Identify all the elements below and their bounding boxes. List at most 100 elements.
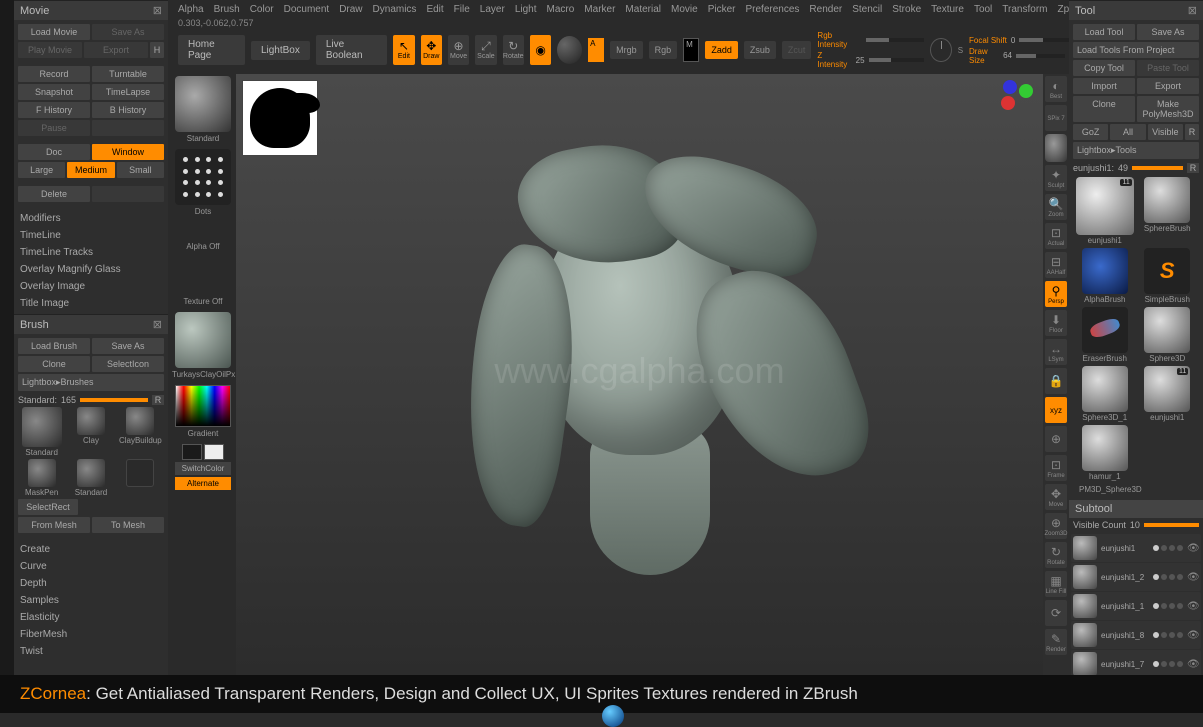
subtool-title[interactable]: Subtool	[1075, 503, 1112, 515]
link-fibermesh[interactable]: FiberMesh	[20, 626, 162, 643]
floor-icon[interactable]: ⬇Floor	[1045, 310, 1067, 336]
blend-zadd[interactable]: Zadd	[705, 41, 738, 59]
spix-icon[interactable]: SPix 7	[1045, 105, 1067, 131]
subtool-row[interactable]: eunjushi1_8👁	[1071, 621, 1201, 649]
tool-eraserbrush[interactable]: EraserBrush	[1075, 307, 1135, 363]
rotate-icon[interactable]: ↻Rotate	[1045, 542, 1067, 568]
tool-simplebrush[interactable]: SimpleBrush	[1138, 248, 1198, 304]
save-as-button[interactable]: Save As	[1137, 24, 1199, 40]
menu-item[interactable]: Preferences	[745, 4, 799, 18]
menu-item[interactable]: Marker	[584, 4, 615, 18]
link-create[interactable]: Create	[20, 541, 162, 558]
export-button[interactable]: Export	[84, 42, 148, 58]
snapshot-button[interactable]: Snapshot	[18, 84, 90, 100]
fhistory-button[interactable]: F History	[18, 102, 90, 118]
h-button[interactable]: H	[150, 42, 164, 58]
link-timeline[interactable]: TimeLine	[20, 227, 162, 244]
brush-preview-icon[interactable]	[175, 76, 231, 132]
r-button[interactable]: R	[1185, 124, 1199, 140]
clone-button[interactable]: Clone	[18, 356, 90, 372]
mode-move[interactable]: ⊕Move	[448, 35, 469, 65]
alpha-off-label[interactable]: Alpha Off	[172, 242, 234, 251]
delete-button[interactable]: Delete	[18, 186, 90, 202]
stroke-preview-icon[interactable]	[175, 149, 231, 205]
zoom-icon[interactable]: 🔍Zoom	[1045, 194, 1067, 220]
brush-index-slider[interactable]: Standard: 165R	[18, 393, 164, 407]
brush-clay[interactable]: Clay	[67, 407, 114, 457]
gizmo-button[interactable]: ◉	[530, 35, 551, 65]
doc-button[interactable]: Doc	[18, 144, 90, 160]
zoom3d-icon[interactable]: ⊕Zoom3D	[1045, 513, 1067, 539]
menu-item[interactable]: Render	[809, 4, 842, 18]
timelapse-button[interactable]: TimeLapse	[92, 84, 164, 100]
load-movie-button[interactable]: Load Movie	[18, 24, 90, 40]
blend-rgb[interactable]: Rgb	[649, 41, 678, 59]
visible-button[interactable]: Visible	[1148, 124, 1183, 140]
selectrect-button[interactable]: SelectRect	[18, 499, 78, 515]
swatch-main[interactable]	[182, 444, 202, 460]
menu-item[interactable]: Macro	[547, 4, 575, 18]
blend-zcut[interactable]: Zcut	[782, 41, 812, 59]
switchcolor-button[interactable]: SwitchColor	[175, 462, 231, 475]
tool-eunjushi1[interactable]: 11eunjushi1	[1075, 177, 1135, 245]
viewport-canvas[interactable]: www.cgalpha.com	[236, 74, 1043, 675]
close-icon[interactable]: ⊠	[153, 318, 162, 331]
menu-item[interactable]: Draw	[339, 4, 362, 18]
menu-item[interactable]: Transform	[1002, 4, 1047, 18]
record-button[interactable]: Record	[18, 66, 90, 82]
menu-item[interactable]: Edit	[426, 4, 443, 18]
menu-item[interactable]: Material	[625, 4, 661, 18]
eye-icon[interactable]: 👁	[1187, 659, 1199, 670]
load-tools-project-button[interactable]: Load Tools From Project	[1073, 42, 1199, 58]
close-icon[interactable]: ⊠	[153, 4, 162, 17]
tool-eunjushi1-b[interactable]: 11eunjushi1	[1138, 366, 1198, 422]
selecticon-button[interactable]: SelectIcon	[92, 356, 164, 372]
brush-maskpen[interactable]: MaskPen	[18, 459, 65, 497]
link-modifiers[interactable]: Modifiers	[20, 210, 162, 227]
tool-sphere3d[interactable]: Sphere3D	[1138, 307, 1198, 363]
brush-standard[interactable]: Standard	[18, 407, 65, 457]
play-movie-button[interactable]: Play Movie	[18, 42, 82, 58]
menu-item[interactable]: File	[454, 4, 470, 18]
medium-button[interactable]: Medium	[67, 162, 114, 178]
eye-icon[interactable]: 👁	[1187, 572, 1199, 583]
link-curve[interactable]: Curve	[20, 558, 162, 575]
gradient-label[interactable]: Gradient	[172, 429, 234, 438]
subtool-row[interactable]: eunjushi1_2👁	[1071, 563, 1201, 591]
close-icon[interactable]: ⊠	[1188, 4, 1197, 17]
brush-empty[interactable]	[117, 459, 164, 497]
redo-icon[interactable]: ⟳	[1045, 600, 1067, 626]
menu-item[interactable]: Layer	[480, 4, 505, 18]
export-button[interactable]: Export	[1137, 78, 1199, 94]
menu-item[interactable]: Movie	[671, 4, 698, 18]
eye-icon[interactable]: 👁	[1187, 630, 1199, 641]
all-button[interactable]: All	[1110, 124, 1145, 140]
copy-tool-button[interactable]: Copy Tool	[1073, 60, 1135, 76]
import-button[interactable]: Import	[1073, 78, 1135, 94]
link-twist[interactable]: Twist	[20, 643, 162, 660]
clone-button[interactable]: Clone	[1073, 96, 1135, 122]
texture-off-label[interactable]: Texture Off	[172, 297, 234, 306]
rgb-intensity-slider[interactable]: Rgb Intensity	[817, 31, 924, 49]
paste-tool-button[interactable]: Paste Tool	[1137, 60, 1199, 76]
xyz-icon[interactable]: xyz	[1045, 397, 1067, 423]
menu-item[interactable]: Brush	[214, 4, 240, 18]
linefill-icon[interactable]: ▦Line Fill	[1045, 571, 1067, 597]
link-timeline-tracks[interactable]: TimeLine Tracks	[20, 244, 162, 261]
tool-alphabrush[interactable]: AlphaBrush	[1075, 248, 1135, 304]
small-button[interactable]: Small	[117, 162, 164, 178]
swatch-secondary[interactable]	[204, 444, 224, 460]
brush-claybuildup[interactable]: ClayBuildup	[117, 407, 164, 457]
menu-item[interactable]: Light	[515, 4, 537, 18]
large-button[interactable]: Large	[18, 162, 65, 178]
link-elasticity[interactable]: Elasticity	[20, 609, 162, 626]
dial-s-icon[interactable]	[930, 38, 952, 62]
sculpt-icon[interactable]: ✦Sculpt	[1045, 165, 1067, 191]
tool-index-slider[interactable]: eunjushi1: 49R	[1073, 161, 1199, 175]
lightbox-tools-button[interactable]: Lightbox▸Tools	[1073, 142, 1199, 159]
tab-home[interactable]: Home Page	[178, 35, 245, 65]
subtool-row[interactable]: eunjushi1_7👁	[1071, 650, 1201, 675]
color-swatch-m[interactable]: M	[683, 38, 699, 62]
menu-item[interactable]: Alpha	[178, 4, 204, 18]
eye-icon[interactable]: 👁	[1187, 601, 1199, 612]
